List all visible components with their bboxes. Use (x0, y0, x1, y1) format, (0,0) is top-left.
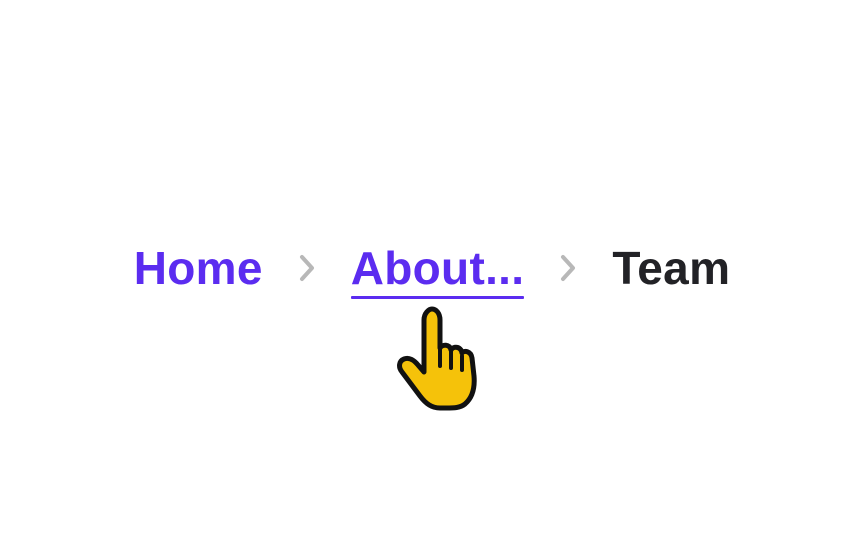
breadcrumb-item-team: Team (612, 242, 731, 294)
breadcrumb-item-about[interactable]: About... (350, 242, 525, 299)
breadcrumb-item-about-label: About... (350, 242, 525, 294)
hover-underline (350, 296, 525, 299)
breadcrumb-item-home[interactable]: Home (134, 245, 263, 291)
page: Home About... Team (0, 0, 864, 540)
hand-pointer-icon (394, 306, 484, 412)
chevron-right-icon (297, 253, 317, 283)
chevron-right-icon (558, 253, 578, 283)
breadcrumb: Home About... Team (0, 236, 864, 300)
